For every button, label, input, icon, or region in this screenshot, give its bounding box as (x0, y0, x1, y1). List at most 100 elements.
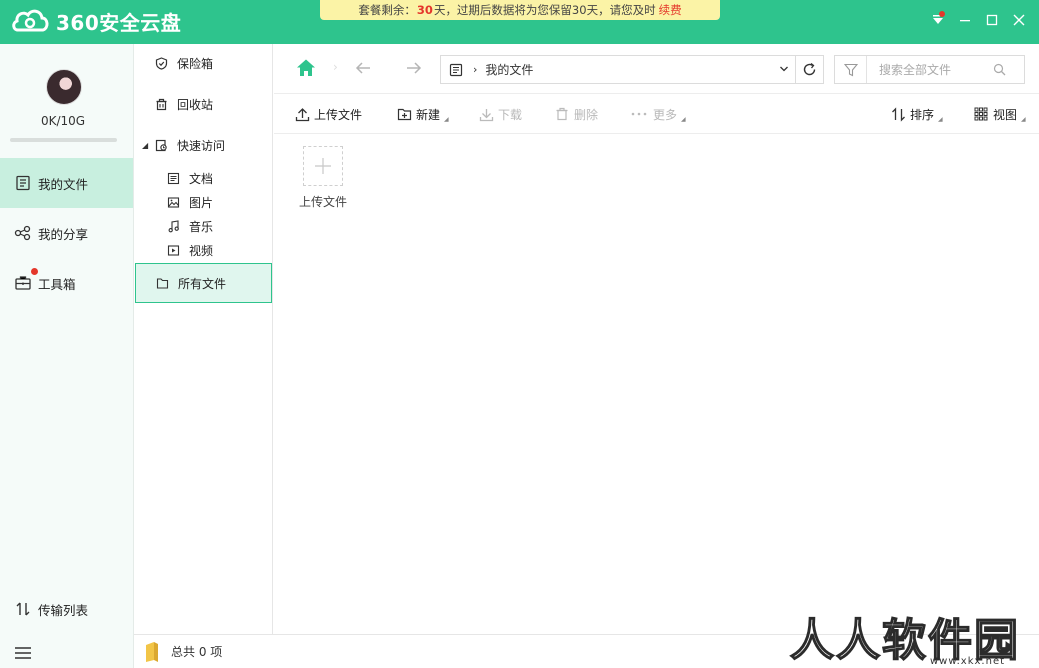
main-menu-button[interactable] (0, 628, 133, 668)
hamburger-icon (14, 644, 32, 662)
skin-button[interactable] (928, 10, 948, 30)
storage-quota: 0K/10G (40, 114, 86, 128)
maximize-icon (986, 14, 998, 26)
sort-button[interactable]: 排序 ◢ (890, 94, 943, 134)
grid-view-icon (973, 106, 989, 122)
app-logo: 360安全云盘 (10, 5, 181, 37)
folder-tree: 保险箱 回收站 ◢ 快速访问 文档 图片 音乐 视频 所有文件 (134, 44, 273, 634)
view-button[interactable]: 视图 ◢ (973, 94, 1026, 134)
search-input[interactable] (879, 62, 999, 77)
subscription-notice: 套餐剩余： 30 天 ，过期后数据将为您保留30天，请您及时 续费 (320, 0, 720, 20)
shield-icon (154, 56, 168, 70)
refresh-icon (803, 62, 816, 76)
tree-item-video[interactable]: 视频 (134, 238, 272, 262)
maximize-button[interactable] (982, 10, 1002, 30)
close-icon (1013, 14, 1025, 26)
download-label: 下载 (498, 107, 523, 122)
sort-label: 排序 (910, 107, 935, 122)
sidebar-item-my-files[interactable]: 我的文件 (0, 158, 133, 208)
folder-icon (145, 641, 159, 663)
left-sidebar: 0K/10G 我的文件 我的分享 工具箱 传输列表 (0, 44, 134, 668)
image-icon (166, 195, 180, 209)
refresh-button[interactable] (796, 55, 824, 84)
notification-dot (939, 11, 945, 17)
path-breadcrumb[interactable]: › 我的文件 (440, 55, 796, 84)
notice-days: 30 (416, 3, 433, 17)
delete-label: 删除 (574, 107, 599, 122)
upload-icon (294, 106, 310, 122)
notice-days-unit: 天 (433, 3, 446, 17)
app-brand: 360安全云盘 (56, 10, 182, 35)
upload-button[interactable]: 上传文件 (294, 94, 362, 134)
tree-item-documents[interactable]: 文档 (134, 166, 272, 190)
trash-icon (554, 106, 570, 122)
tree-item-recycle-bin[interactable]: 回收站 (134, 92, 272, 116)
notice-prefix: 套餐剩余： (358, 3, 416, 17)
tree-item-label: 所有文件 (178, 276, 227, 291)
chevron-right-icon: › (473, 63, 478, 76)
upload-tile-label[interactable]: 上传文件 (290, 193, 356, 210)
forward-button[interactable] (405, 59, 423, 80)
avatar[interactable] (46, 69, 82, 105)
upload-label: 上传文件 (314, 107, 363, 122)
navigation-bar: › › 我的文件 (274, 44, 1039, 94)
chevron-down-icon[interactable] (779, 64, 789, 74)
transfer-list-label: 传输列表 (38, 602, 89, 618)
toolbox-badge (31, 268, 38, 275)
sidebar-item-label: 我的分享 (38, 226, 89, 242)
sidebar-item-my-share[interactable]: 我的分享 (0, 208, 133, 258)
tree-item-pictures[interactable]: 图片 (134, 190, 272, 214)
download-icon (478, 106, 494, 122)
watermark-logo: 人人软件园 www.xkx.net (789, 604, 1039, 668)
nav-separator: › (333, 60, 338, 74)
expand-triangle-icon[interactable]: ◢ (142, 141, 148, 150)
music-note-icon (166, 219, 180, 233)
more-dots-icon (629, 106, 649, 122)
sidebar-item-toolbox[interactable]: 工具箱 (0, 258, 133, 308)
document-icon (14, 174, 32, 192)
tree-item-label: 回收站 (177, 97, 214, 112)
home-icon (297, 59, 315, 76)
dropdown-corner-icon: ◢ (681, 115, 686, 123)
tree-item-label: 快速访问 (177, 138, 226, 153)
file-toolbar: 上传文件 新建 ◢ 下载 删除 更多 ◢ 排序 ◢ 视图 ◢ (274, 94, 1039, 134)
toolbox-icon (14, 274, 32, 292)
notice-message: ，过期后数据将为您保留30天，请您及时 (445, 3, 656, 17)
more-label: 更多 (653, 107, 678, 122)
transfer-list-button[interactable]: 传输列表 (0, 584, 133, 634)
new-button[interactable]: 新建 ◢ (396, 94, 449, 134)
close-button[interactable] (1009, 10, 1029, 30)
tree-item-safe[interactable]: 保险箱 (134, 51, 272, 75)
document-icon (166, 171, 180, 185)
tree-item-quick-access[interactable]: ◢ 快速访问 (134, 133, 272, 157)
share-icon (14, 224, 32, 242)
tree-item-label: 文档 (189, 171, 214, 186)
dropdown-corner-icon: ◢ (938, 115, 943, 123)
watermark-url: www.xkx.net (930, 656, 1006, 667)
tree-item-music[interactable]: 音乐 (134, 214, 272, 238)
delete-button[interactable]: 删除 (554, 94, 598, 134)
back-button[interactable] (354, 59, 372, 80)
storage-quota-bar (10, 138, 117, 142)
breadcrumb-current[interactable]: 我的文件 (485, 61, 533, 78)
tree-item-all-files[interactable]: 所有文件 (135, 263, 272, 303)
filter-button[interactable] (844, 56, 867, 83)
sidebar-item-label: 我的文件 (38, 176, 89, 192)
home-button[interactable] (296, 58, 316, 81)
upload-tile[interactable] (303, 146, 343, 186)
search-icon[interactable] (993, 63, 1006, 76)
filter-icon (844, 63, 858, 76)
more-button[interactable]: 更多 ◢ (629, 94, 686, 134)
download-button[interactable]: 下载 (478, 94, 522, 134)
renew-link[interactable]: 续费 (659, 2, 682, 18)
quick-access-icon (154, 138, 168, 152)
tree-item-label: 保险箱 (177, 56, 214, 71)
item-count: 总共 0 项 (171, 645, 223, 659)
tree-item-label: 音乐 (189, 219, 214, 234)
document-icon (449, 63, 463, 77)
tree-item-label: 视频 (189, 243, 214, 258)
minimize-button[interactable] (955, 10, 975, 30)
folder-icon (155, 276, 169, 290)
dropdown-corner-icon: ◢ (1021, 115, 1026, 123)
minimize-icon (960, 20, 970, 22)
